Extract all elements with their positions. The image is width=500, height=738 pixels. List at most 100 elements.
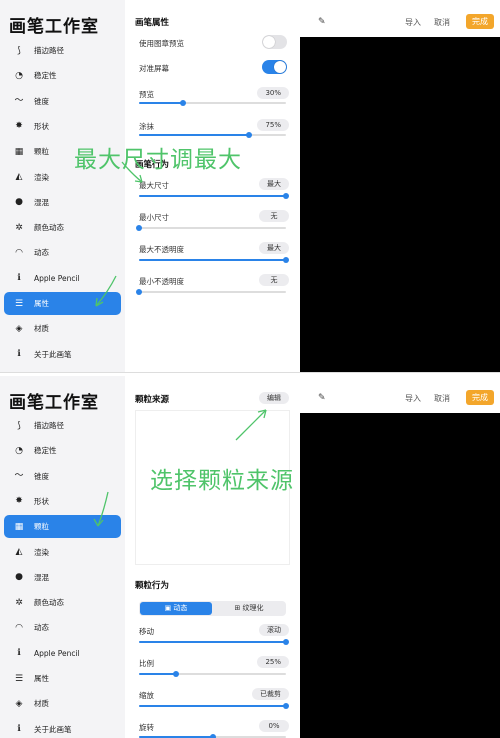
annotation-max-size: 最大尺寸调最大 [74, 147, 242, 173]
dynamics-icon: ◠ [15, 622, 23, 633]
row-label-rotation: 旋转 [139, 723, 154, 732]
brush-studio-properties-screen: 画笔工作室 ⟆ 描边路径 ◔ 稳定性〜锥度 ✸ 形状 ▦ 颗粒 ◭ 渲染 ● 湿混 ✲ 颜色动态 ◠ 动态 ℹ A… [0, 0, 500, 372]
slider-fill [139, 134, 250, 136]
import-button[interactable]: 导入 [405, 17, 421, 28]
sidebar-item-label: 颗粒 [34, 522, 49, 532]
slider-zoom[interactable] [139, 703, 289, 709]
sidebar-item-apple-pencil[interactable]: ℹ Apple Pencil [4, 642, 121, 665]
color-dynamics-icon: ✲ [15, 597, 23, 608]
slider-thumb[interactable] [283, 257, 289, 263]
slider-movement[interactable] [139, 639, 289, 645]
value-pill-max-opacity: 最大 [259, 242, 289, 254]
sidebar-item-label: 湿混 [34, 572, 49, 582]
annotation-arrow-grain [93, 491, 109, 527]
sidebar-item-label: Apple Pencil [34, 273, 80, 283]
slider-scale[interactable] [139, 671, 286, 677]
sidebar-item-taper[interactable]: 〜锥度 [4, 465, 121, 488]
sidebar-item-shape[interactable]: ✸ 形状 [4, 115, 121, 138]
stroke-path-icon: ⟆ [17, 420, 21, 431]
grain-icon: ▦ [14, 146, 24, 157]
slider-thumb[interactable] [283, 703, 289, 709]
sidebar-item-rendering[interactable]: ◭ 渲染 [4, 541, 121, 564]
slider-min-opacity[interactable] [136, 289, 286, 295]
segment-moving[interactable]: ▣ 动态 [140, 602, 212, 615]
sidebar-item-materials[interactable]: ◈ 材质 [4, 317, 121, 340]
value-pill-smudge: 75% [257, 119, 289, 131]
canvas-toolbar: ✎ 导入 取消 完成 [300, 376, 500, 413]
slider-thumb[interactable] [283, 639, 289, 645]
app-title: 画笔工作室 [9, 393, 99, 413]
sidebar-item-wet-mix[interactable]: ● 湿混 [4, 191, 121, 214]
sidebar-item-color-dynamics[interactable]: ✲ 颜色动态 [4, 216, 121, 239]
about-icon: ℹ [17, 349, 21, 360]
sidebar-item-label: 属性 [34, 299, 49, 308]
taper-icon: 〜 [14, 96, 24, 107]
sidebar-item-label: 描边路径 [34, 421, 64, 430]
about-icon: ℹ [17, 724, 21, 735]
slider-thumb[interactable] [209, 734, 216, 738]
edit-grain-button[interactable]: 编辑 [259, 392, 289, 404]
value-pill-zoom: 已裁剪 [252, 688, 289, 700]
value-pill-max-size: 最大 [259, 178, 289, 190]
sidebar-item-label: 湿混 [34, 197, 49, 207]
sidebar-item-label: 关于此画笔 [34, 724, 72, 734]
sidebar-item-materials[interactable]: ◈ 材质 [4, 692, 121, 715]
wet-mix-icon: ● [15, 572, 23, 583]
sidebar-item-label: 属性 [34, 674, 49, 683]
slider-thumb[interactable] [283, 193, 289, 199]
slider-thumb[interactable] [180, 100, 187, 106]
cancel-button[interactable]: 取消 [434, 393, 450, 404]
texturized-icon: ⊞ [234, 604, 243, 612]
row-label-min-opacity: 最小不透明度 [139, 277, 184, 286]
edit-icon[interactable]: ✎ [318, 393, 326, 403]
sidebar-item-label: 稳定性 [34, 446, 57, 456]
sidebar-item-taper[interactable]: 〜锥度 [4, 90, 121, 113]
row-label-smudge: 涂抹 [139, 122, 154, 131]
stabilization-icon: ◔ [15, 445, 23, 456]
sidebar-item-properties[interactable]: ☰ 属性 [4, 667, 121, 690]
done-button[interactable]: 完成 [466, 14, 494, 29]
sidebar-item-dynamics[interactable]: ◠ 动态 [4, 616, 121, 639]
sidebar-item-dynamics[interactable]: ◠ 动态 [4, 241, 121, 264]
slider-max-opacity[interactable] [139, 257, 289, 263]
slider-preview[interactable] [139, 100, 286, 106]
slider-thumb[interactable] [136, 225, 142, 231]
sidebar-item-color-dynamics[interactable]: ✲ 颜色动态 [4, 591, 121, 614]
sidebar: 画笔工作室 ⟆ 描边路径 ◔ 稳定性〜锥度 ✸ 形状 ▦ 颗粒 ◭ 渲染 ● 湿混 ✲ 颜色动态 ◠ 动态 ℹ A… [0, 376, 125, 738]
slider-thumb[interactable] [246, 132, 253, 138]
sidebar-item-label: 锥度 [34, 471, 49, 481]
sidebar-item-label: 关于此画笔 [34, 349, 72, 359]
import-button[interactable]: 导入 [405, 393, 421, 404]
grain-mode-segmented-control: ▣ 动态 ⊞ 纹理化 [139, 601, 286, 616]
sidebar-item-stroke-path[interactable]: ⟆ 描边路径 [4, 39, 121, 62]
drawing-pad[interactable] [300, 37, 500, 372]
sidebar-item-about[interactable]: ℹ 关于此画笔 [4, 343, 121, 366]
slider-max-size[interactable] [139, 193, 289, 199]
slider-thumb[interactable] [172, 671, 179, 677]
toggle-orient-screen[interactable] [262, 60, 287, 74]
done-button[interactable]: 完成 [466, 390, 494, 405]
toggle-stamp-preview[interactable] [262, 35, 287, 49]
dynamics-icon: ◠ [15, 247, 23, 258]
sidebar-item-label: 颜色动态 [34, 598, 64, 608]
slider-smudge[interactable] [139, 132, 286, 138]
slider-thumb[interactable] [136, 289, 142, 295]
sidebar-item-stabilization[interactable]: ◔ 稳定性 [4, 64, 121, 87]
row-label-stamp-preview: 使用图章预览 [139, 39, 184, 48]
segment-texturized[interactable]: ⊞ 纹理化 [213, 602, 285, 615]
stroke-path-icon: ⟆ [17, 45, 21, 56]
sidebar-item-wet-mix[interactable]: ● 湿混 [4, 566, 121, 589]
drawing-pad[interactable] [300, 413, 500, 738]
sidebar-item-label: 材质 [34, 324, 49, 334]
materials-icon: ◈ [15, 323, 23, 334]
section-title-grain-behavior: 颗粒行为 [135, 581, 170, 591]
cancel-button[interactable]: 取消 [434, 17, 450, 28]
sidebar-item-label: 形状 [34, 121, 49, 131]
edit-icon[interactable]: ✎ [318, 17, 326, 27]
sidebar-item-about[interactable]: ℹ 关于此画笔 [4, 718, 121, 738]
sidebar-item-stabilization[interactable]: ◔ 稳定性 [4, 439, 121, 462]
brush-studio-grain-screen: 画笔工作室 ⟆ 描边路径 ◔ 稳定性〜锥度 ✸ 形状 ▦ 颗粒 ◭ 渲染 ● 湿混 ✲ 颜色动态 ◠ 动态 ℹ A… [0, 376, 500, 738]
sidebar-item-stroke-path[interactable]: ⟆ 描边路径 [4, 414, 121, 437]
sidebar-item-label: 形状 [34, 496, 49, 506]
slider-min-size[interactable] [136, 225, 286, 231]
